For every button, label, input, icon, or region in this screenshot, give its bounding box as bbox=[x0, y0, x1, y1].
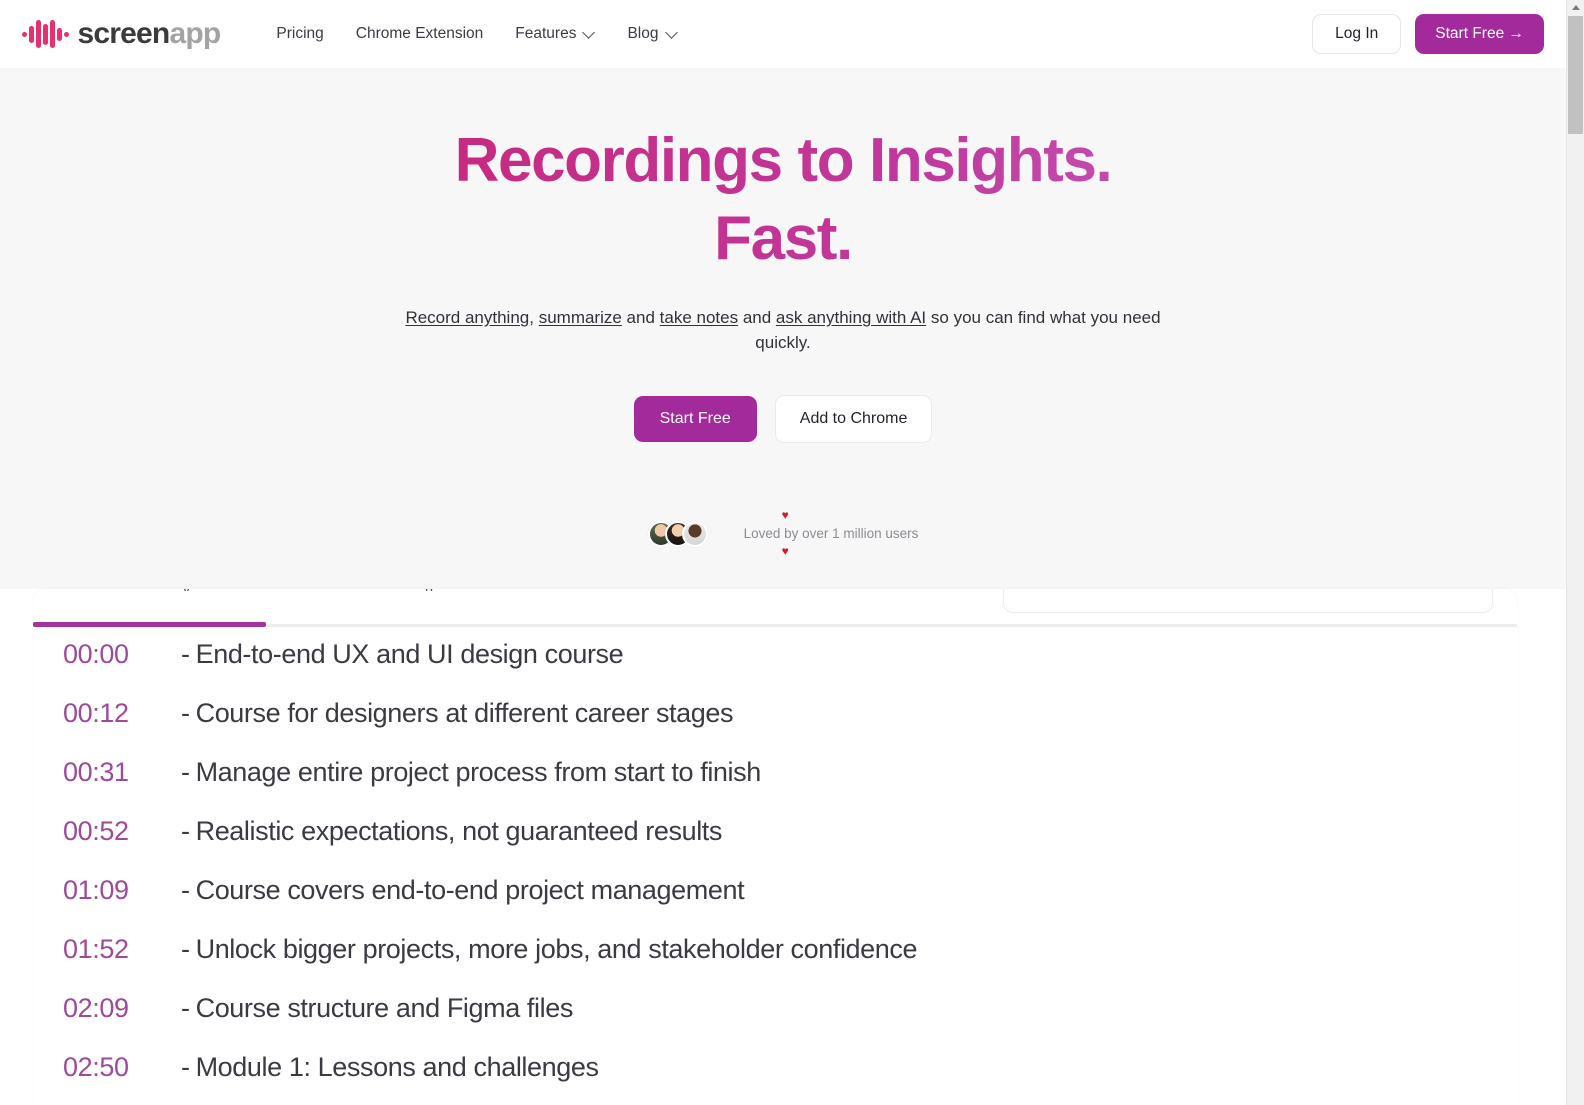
transcript-dash: - bbox=[181, 875, 190, 905]
transcript-timestamp[interactable]: 00:00 bbox=[63, 639, 181, 670]
login-button[interactable]: Log In bbox=[1312, 14, 1402, 54]
transcript-row[interactable]: 00:52 - Realistic expectations, not guara… bbox=[63, 816, 1487, 875]
transcript-text: - Course for designers at different caree… bbox=[181, 698, 733, 729]
hero-subtitle: Record anything, summarize and take note… bbox=[398, 306, 1168, 355]
transcript-text: - Realistic expectations, not guaranteed … bbox=[181, 816, 722, 847]
transcript-search-input[interactable] bbox=[1003, 589, 1493, 613]
transcript-timestamp[interactable]: 00:52 bbox=[63, 816, 181, 847]
transcript-row[interactable]: 00:12 - Course for designers at different… bbox=[63, 698, 1487, 757]
transcript-dash: - bbox=[181, 757, 190, 787]
page-title: Recordings to Insights. Fast. bbox=[0, 130, 1566, 270]
subtitle-sep-2: and bbox=[621, 308, 660, 327]
heart-icon: ♥ bbox=[781, 544, 789, 559]
nav-item-chrome-extension-label: Chrome Extension bbox=[355, 25, 484, 42]
transcript-text-value: Course structure and Figma files bbox=[195, 993, 574, 1023]
transcript-card: y p 00:00 -End-to-end UX and UI design c… bbox=[33, 589, 1517, 1105]
logo-text-app: app bbox=[169, 17, 221, 50]
transcript-timestamp[interactable]: 02:50 bbox=[63, 1052, 181, 1083]
nav-item-pricing[interactable]: Pricing bbox=[260, 17, 339, 51]
heart-icon: ♥ bbox=[781, 508, 789, 523]
logo-wordmark: screenapp bbox=[77, 17, 222, 50]
transcript-row[interactable]: 02:09 - Course structure and Figma files bbox=[63, 993, 1487, 1052]
avatar-group bbox=[647, 521, 708, 548]
link-ask-anything-with-ai[interactable]: ask anything with AI bbox=[776, 308, 926, 327]
transcript-timestamp[interactable]: 01:52 bbox=[63, 934, 181, 965]
transcript-text-value: Module 1: Lessons and challenges bbox=[195, 1052, 599, 1082]
transcript-dash: - bbox=[181, 1052, 190, 1082]
hero-cta-group: Start Free Add to Chrome bbox=[0, 395, 1566, 444]
top-navbar: screenapp Pricing Chrome Extension Featu… bbox=[0, 0, 1566, 68]
transcript-text: - Module 1: Lessons and challenges bbox=[181, 1052, 599, 1083]
transcript-list: 00:00 - End-to-end UX and UI design cours… bbox=[33, 639, 1517, 1105]
transcript-timestamp[interactable]: 00:12 bbox=[63, 698, 181, 729]
transcript-text: - Unlock bigger projects, more jobs, and … bbox=[181, 934, 918, 965]
nav-item-chrome-extension[interactable]: Chrome Extension bbox=[340, 17, 500, 51]
navbar-actions: Log In Start Free → bbox=[1312, 14, 1544, 54]
transcript-timestamp[interactable]: 00:31 bbox=[63, 757, 181, 788]
link-take-notes[interactable]: take notes bbox=[660, 308, 738, 327]
scrollbar-thumb[interactable] bbox=[1568, 16, 1583, 134]
transcript-text-value: Course for designers at different career… bbox=[195, 698, 734, 728]
transcript-dash: - bbox=[181, 816, 190, 846]
transcript-text-value: Manage entire project process from start… bbox=[195, 757, 762, 787]
transcript-row[interactable]: 01:52 - Unlock bigger projects, more jobs… bbox=[63, 934, 1487, 993]
scroll-up-arrow-icon[interactable] bbox=[1567, 0, 1584, 15]
transcript-dash: - bbox=[181, 934, 190, 964]
hero-section: Recordings to Insights. Fast. Record any… bbox=[0, 68, 1566, 589]
page-scrollbar[interactable] bbox=[1566, 0, 1584, 1105]
social-proof: ♥ Loved by over 1 million users ♥ bbox=[0, 509, 1566, 557]
transcript-text-value: Unlock bigger projects, more jobs, and s… bbox=[195, 934, 918, 964]
transcript-text: - Manage entire project process from star… bbox=[181, 757, 761, 788]
hero-title-line-2: Fast. bbox=[714, 204, 852, 273]
tab-label-clipped-2[interactable]: p bbox=[425, 589, 433, 591]
subtitle-sep-3: and bbox=[738, 308, 776, 327]
page-viewport: screenapp Pricing Chrome Extension Featu… bbox=[0, 0, 1584, 1105]
transcript-timestamp[interactable]: 01:09 bbox=[63, 875, 181, 906]
transcript-row[interactable]: 01:09 - Course covers end-to-end project … bbox=[63, 875, 1487, 934]
transcript-timestamp[interactable]: 02:09 bbox=[63, 993, 181, 1024]
transcript-text-value: Course covers end-to-end project managem… bbox=[195, 875, 745, 905]
nav-item-features[interactable]: Features bbox=[499, 17, 611, 51]
active-tab-indicator bbox=[33, 622, 266, 627]
avatar bbox=[681, 521, 708, 548]
social-proof-text-wrap: ♥ Loved by over 1 million users ♥ bbox=[743, 509, 919, 557]
chevron-down-icon bbox=[584, 27, 595, 38]
subtitle-sep-1: , bbox=[529, 308, 539, 327]
nav-item-blog-label: Blog bbox=[627, 25, 659, 42]
social-proof-label: Loved by over 1 million users bbox=[743, 526, 919, 542]
transcript-text: - End-to-end UX and UI design course bbox=[181, 639, 624, 670]
hero-title-line-1: Recordings to Insights. bbox=[454, 126, 1112, 195]
waveform-icon bbox=[22, 18, 69, 50]
link-record-anything[interactable]: Record anything bbox=[405, 308, 529, 327]
add-to-chrome-button[interactable]: Add to Chrome bbox=[774, 395, 933, 444]
transcript-dash: - bbox=[181, 993, 190, 1023]
transcript-row[interactable]: 00:00 - End-to-end UX and UI design cours… bbox=[63, 639, 1487, 698]
logo-text-screen: screen bbox=[77, 17, 171, 50]
transcript-dash: - bbox=[181, 698, 190, 728]
primary-nav: Pricing Chrome Extension Features Blog bbox=[260, 17, 693, 51]
tab-label-clipped-1[interactable]: y bbox=[183, 589, 190, 591]
nav-item-blog[interactable]: Blog bbox=[611, 17, 693, 51]
nav-item-features-label: Features bbox=[515, 25, 577, 42]
transcript-text: - Course covers end-to-end project manage… bbox=[181, 875, 745, 906]
transcript-dash: - bbox=[181, 639, 190, 669]
chevron-down-icon bbox=[667, 27, 678, 38]
transcript-text-value: End-to-end UX and UI design course bbox=[195, 639, 624, 669]
screenapp-logo[interactable]: screenapp bbox=[22, 17, 222, 50]
transcript-text: - Course structure and Figma files bbox=[181, 993, 573, 1024]
transcript-row[interactable]: 02:50 - Module 1: Lessons and challenges bbox=[63, 1052, 1487, 1105]
nav-item-pricing-label: Pricing bbox=[276, 25, 324, 42]
transcript-text-value: Realistic expectations, not guaranteed r… bbox=[195, 816, 723, 846]
transcript-row[interactable]: 00:31 - Manage entire project process fro… bbox=[63, 757, 1487, 816]
start-free-nav-button[interactable]: Start Free → bbox=[1415, 14, 1544, 54]
start-free-button[interactable]: Start Free bbox=[633, 396, 757, 443]
link-summarize[interactable]: summarize bbox=[539, 308, 622, 327]
